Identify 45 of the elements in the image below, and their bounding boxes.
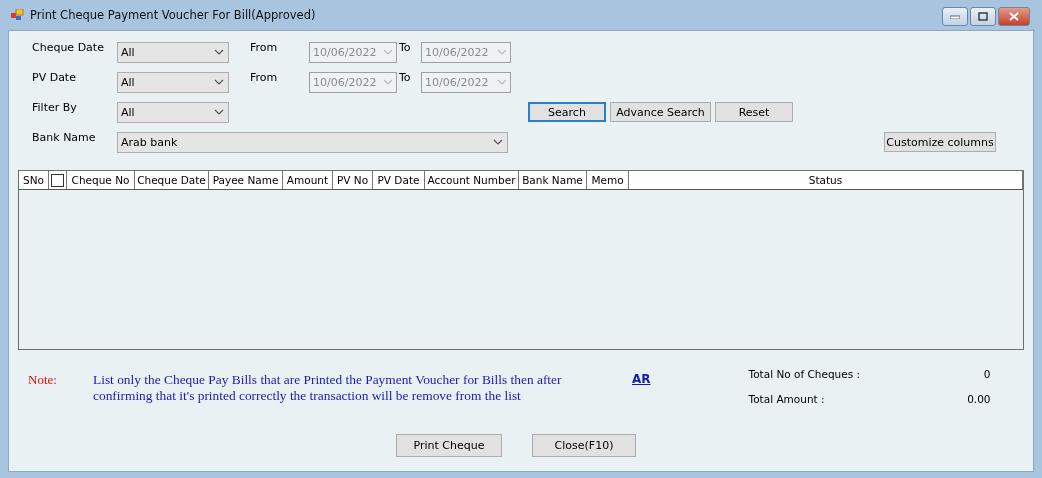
app-icon: [10, 9, 24, 21]
window-title: Print Cheque Payment Voucher For Bill(Approved): [30, 8, 317, 22]
from-label: From: [250, 71, 279, 84]
total-value: 0.00: [967, 393, 991, 405]
close-button[interactable]: [998, 7, 1030, 26]
maximize-button[interactable]: [970, 7, 996, 26]
filter-dropdown[interactable]: All: [117, 71, 229, 93]
total-label: Total Amount :: [748, 393, 825, 405]
column-header: Account Number: [425, 171, 519, 189]
to-label: To: [398, 41, 412, 54]
column-header: Amount: [283, 171, 333, 189]
from-label: From: [250, 41, 279, 54]
column-header: Payee Name: [209, 171, 283, 189]
column-header: PV No: [333, 171, 373, 189]
filter-dropdown[interactable]: All: [117, 41, 229, 63]
filter-label: PV Date: [31, 71, 77, 84]
search-button[interactable]: Reset: [715, 102, 793, 122]
bank-dropdown[interactable]: Arab bank: [117, 131, 508, 153]
ar-link[interactable]: AR: [632, 372, 651, 386]
customize-columns-button[interactable]: Customize columns: [884, 132, 996, 152]
select-all-checkbox[interactable]: [51, 173, 64, 187]
filter-dropdown[interactable]: All: [117, 101, 229, 123]
minimize-button[interactable]: [942, 7, 968, 26]
action-button[interactable]: Close(F10): [532, 434, 636, 457]
column-header: PV Date: [373, 171, 425, 189]
action-button[interactable]: Print Cheque: [396, 434, 502, 457]
maximize-icon: [978, 12, 988, 21]
bank-label: Bank Name: [31, 131, 97, 144]
search-button[interactable]: Search: [528, 102, 606, 122]
note-label: Note:: [27, 372, 58, 389]
filter-label: Filter By: [31, 101, 78, 114]
column-header: Cheque No: [67, 171, 135, 189]
note-text: List only the Cheque Pay Bills that are Printed the Payment Voucher for Bills then after confirming that it's printed correctly the transaction will be remove from the list: [93, 372, 563, 405]
column-header: Status: [629, 171, 1023, 189]
close-icon: [1009, 12, 1019, 21]
total-value: 0: [983, 368, 991, 380]
column-header: Memo: [587, 171, 629, 189]
minimize-icon: [950, 14, 960, 19]
search-button[interactable]: Advance Search: [610, 102, 711, 122]
to-label: To: [398, 71, 412, 84]
filter-label: Cheque Date: [31, 41, 105, 54]
column-header: Cheque Date: [135, 171, 209, 189]
column-header: Bank Name: [519, 171, 587, 189]
column-header: SNo: [19, 171, 49, 189]
total-label: Total No of Cheques :: [748, 368, 861, 380]
